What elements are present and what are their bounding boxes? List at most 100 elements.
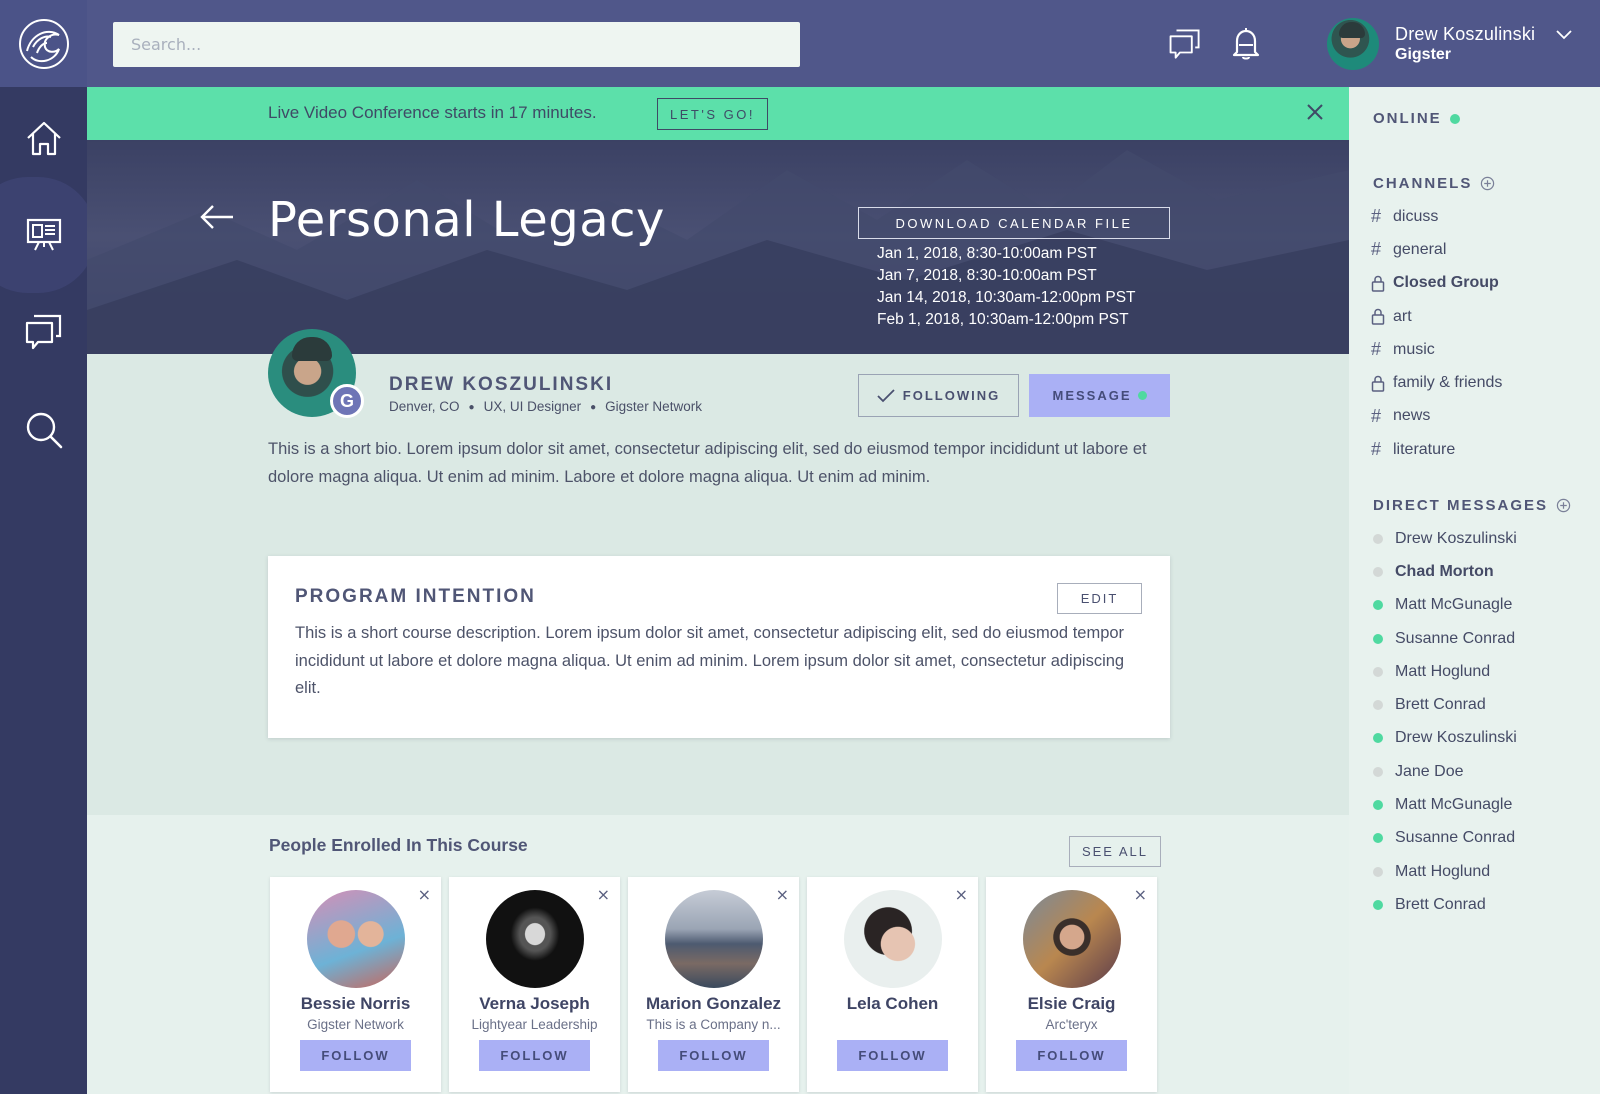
channels-header: CHANNELS [1373,175,1495,192]
follow-button[interactable]: FOLLOW [300,1040,411,1071]
avatar[interactable] [665,890,763,988]
dm-item[interactable]: Matt Hoglund [1371,655,1517,688]
online-indicator [1373,633,1383,644]
offline-indicator [1373,766,1383,777]
person-card: × Marion Gonzalez This is a Company n...… [628,877,799,1092]
close-icon[interactable]: × [776,885,789,904]
follow-button[interactable]: FOLLOW [837,1040,948,1071]
wave-logo-icon [18,18,69,69]
add-circle-icon[interactable] [1556,498,1571,513]
channel-item[interactable]: # news [1371,400,1502,433]
lets-go-button[interactable]: LET'S GO! [657,98,768,130]
enrolled-people: People Enrolled In This Course SEE ALL ×… [87,815,1349,1094]
download-calendar-button[interactable]: DOWNLOAD CALENDAR FILE [858,207,1170,239]
edit-button[interactable]: EDIT [1057,583,1142,614]
dm-item[interactable]: Brett Conrad [1371,688,1517,721]
dm-name: Drew Koszulinski [1395,729,1517,747]
back-arrow-icon[interactable] [199,202,235,232]
dm-item[interactable]: Jane Doe [1371,755,1517,788]
lock-icon [1371,275,1385,292]
avatar[interactable] [486,890,584,988]
person-name[interactable]: Bessie Norris [270,994,441,1014]
dm-name: Brett Conrad [1395,895,1486,913]
channel-name: news [1393,407,1431,425]
course-hero: Personal Legacy DOWNLOAD CALENDAR FILE J… [87,140,1349,354]
close-icon[interactable]: × [597,885,610,904]
follow-button[interactable]: FOLLOW [1016,1040,1127,1071]
see-all-button[interactable]: SEE ALL [1069,836,1161,867]
channel-name: general [1393,240,1447,258]
dm-item[interactable]: Brett Conrad [1371,888,1517,921]
notifications-button[interactable] [1226,24,1266,64]
person-name[interactable]: Lela Cohen [807,994,978,1014]
channel-item[interactable]: # general [1371,233,1502,266]
online-status: ONLINE [1373,110,1460,127]
search-input[interactable] [113,22,800,67]
profile-name[interactable]: DREW KOSZULINSKI [389,374,613,396]
channel-name: dicuss [1393,207,1439,225]
nav-presentations[interactable] [0,177,96,293]
nav-search[interactable] [0,380,87,480]
channel-item[interactable]: # dicuss [1371,200,1502,233]
dm-name: Chad Morton [1395,562,1494,580]
dm-item[interactable]: Matt McGunagle [1371,589,1517,622]
channel-item[interactable]: # literature [1371,433,1502,466]
message-button[interactable]: MESSAGE [1029,374,1170,417]
dm-header: DIRECT MESSAGES [1373,497,1571,514]
app-logo[interactable] [0,0,87,87]
close-icon[interactable]: × [418,885,431,904]
nav-messages[interactable] [0,282,87,382]
dm-item[interactable]: Drew Koszulinski [1371,522,1517,555]
add-circle-icon[interactable] [1480,176,1495,191]
online-indicator [1373,833,1383,844]
dm-item[interactable]: Drew Koszulinski [1371,722,1517,755]
dm-item[interactable]: Matt Hoglund [1371,855,1517,888]
following-button[interactable]: FOLLOWING [858,374,1019,417]
offline-indicator [1373,533,1383,544]
section-title: People Enrolled In This Course [269,835,528,855]
profile-meta: Denver, CO ● UX, UI Designer ● Gigster N… [389,399,702,416]
channel-item[interactable]: Closed Group [1371,267,1502,300]
person-org: Lightyear Leadership [471,1017,598,1032]
online-indicator [1373,899,1383,910]
follow-button[interactable]: FOLLOW [479,1040,590,1071]
nav-home[interactable] [0,88,87,188]
person-name[interactable]: Verna Joseph [449,994,620,1014]
person-name[interactable]: Elsie Craig [986,994,1157,1014]
online-indicator [1373,800,1383,811]
dm-item[interactable]: Chad Morton [1371,555,1517,588]
program-intention-card: PROGRAM INTENTION EDIT This is a short c… [268,556,1170,738]
dm-list: Drew Koszulinski Chad Morton Matt McGunagl… [1371,522,1517,922]
dm-item[interactable]: Matt McGunagle [1371,788,1517,821]
close-icon[interactable]: × [955,885,968,904]
dm-item[interactable]: Susanne Conrad [1371,622,1517,655]
close-icon[interactable]: × [1134,885,1147,904]
top-bar: Drew Koszulinski Gigster [87,0,1600,87]
lock-icon [1371,308,1385,325]
channel-item[interactable]: # music [1371,333,1502,366]
dm-item[interactable]: Susanne Conrad [1371,822,1517,855]
follow-button[interactable]: FOLLOW [658,1040,769,1071]
profile-title: UX, UI Designer [483,399,582,414]
home-icon [26,121,61,156]
chevron-down-icon[interactable] [1555,28,1573,40]
avatar[interactable] [307,890,405,988]
close-icon[interactable] [1305,102,1325,122]
offline-indicator [1373,700,1383,711]
online-indicator [1449,113,1460,124]
channel-item[interactable]: art [1371,300,1502,333]
person-name[interactable]: Marion Gonzalez [628,994,799,1014]
channel-item[interactable]: family & friends [1371,366,1502,399]
user-name: Drew Koszulinski [1395,24,1536,44]
user-menu[interactable]: Drew Koszulinski Gigster [1327,18,1535,70]
session-date: Jan 7, 2018, 8:30-10:00am PST [877,267,1097,284]
chat-button[interactable] [1165,24,1205,64]
session-date: Feb 1, 2018, 10:30am-12:00pm PST [877,311,1129,328]
channel-name: family & friends [1393,374,1503,392]
dm-name: Matt Hoglund [1395,662,1491,680]
instructor-profile: G DREW KOSZULINSKI Denver, CO ● UX, UI D… [87,329,1349,815]
avatar[interactable] [844,890,942,988]
offline-indicator [1373,666,1383,677]
channels-label: CHANNELS [1373,175,1473,192]
avatar[interactable] [1023,890,1121,988]
